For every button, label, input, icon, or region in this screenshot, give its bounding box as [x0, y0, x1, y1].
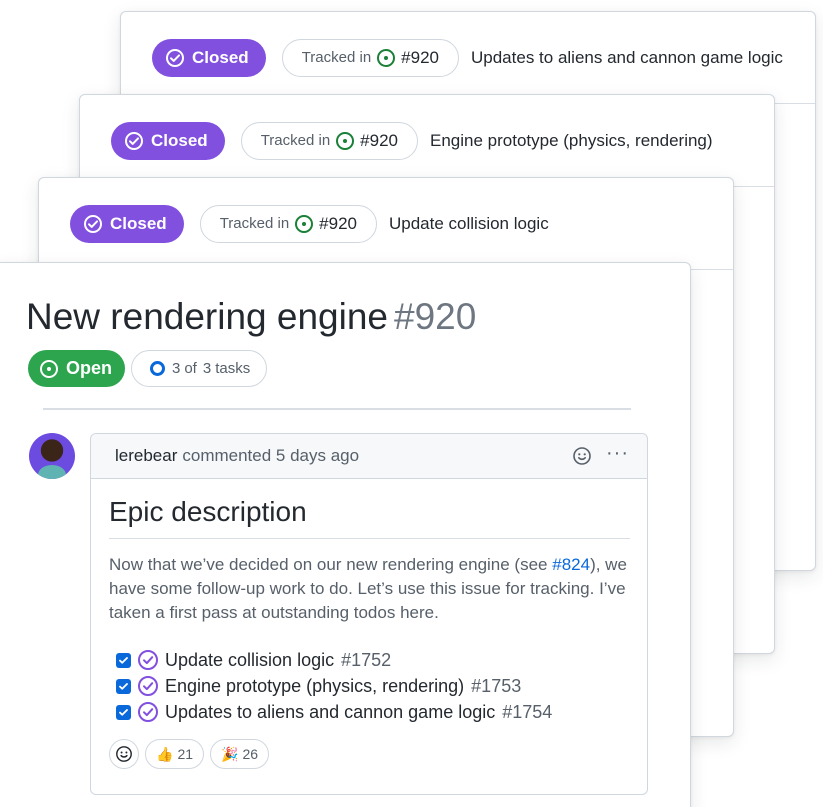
issue-opened-icon: [40, 359, 58, 378]
closed-state-badge: Closed: [70, 204, 184, 243]
reactions-bar: 👍 21 🎉 26: [109, 739, 630, 769]
reaction-count: 26: [242, 746, 259, 762]
tracked-in-pill[interactable]: Tracked in #920: [281, 38, 459, 77]
party-popper-icon: 🎉: [221, 745, 239, 762]
status-label: Closed: [151, 130, 208, 150]
progress-ring-icon: [150, 361, 165, 376]
check-circle-icon: [166, 48, 184, 67]
task-title[interactable]: Engine prototype (physics, rendering): [165, 676, 464, 697]
task-ref[interactable]: #1753: [471, 676, 521, 697]
tracked-label: Tracked in: [260, 132, 331, 149]
tracked-ref-link[interactable]: #920: [401, 48, 439, 68]
comment-heading: Epic description: [109, 496, 630, 539]
comment-author[interactable]: lerebear: [115, 446, 177, 466]
task-title[interactable]: Update collision logic: [165, 650, 334, 671]
tasks-done: 3: [172, 360, 181, 377]
tracked-label: Tracked in: [301, 49, 372, 66]
task-item: Engine prototype (physics, rendering) #1…: [116, 673, 630, 699]
tracked-in-pill[interactable]: Tracked in #920: [240, 121, 418, 160]
issue-closed-icon: [138, 650, 158, 670]
tracked-ref-link[interactable]: #920: [360, 131, 398, 151]
reaction-thumbs-up[interactable]: 👍 21: [145, 739, 205, 769]
header-divider: [43, 408, 631, 410]
reaction-hooray[interactable]: 🎉 26: [210, 739, 270, 769]
tracked-in-pill[interactable]: Tracked in #920: [199, 204, 377, 243]
comment-actions: ···: [572, 443, 647, 466]
comment-meta[interactable]: commented 5 days ago: [182, 446, 359, 466]
body-text-1: Now that we’ve decided on our new render…: [109, 555, 553, 574]
status-label: Closed: [192, 47, 249, 67]
task-ref[interactable]: #1754: [502, 702, 552, 723]
smiley-icon: [116, 746, 132, 762]
comment-paragraph: Now that we’ve decided on our new render…: [109, 553, 630, 625]
kebab-horizontal-icon[interactable]: ···: [606, 443, 629, 463]
comment-body: Epic description Now that we’ve decided …: [91, 479, 647, 769]
issue-opened-icon: [377, 48, 396, 67]
task-checkbox[interactable]: [116, 704, 131, 720]
issue-opened-icon: [336, 131, 355, 150]
task-checkbox[interactable]: [116, 652, 131, 668]
check-icon: [119, 708, 128, 716]
check-circle-icon: [84, 214, 102, 233]
avatar[interactable]: [29, 433, 75, 479]
task-item: Update collision logic #1752: [116, 647, 630, 673]
status-label: Open: [66, 358, 113, 378]
task-title[interactable]: Updates to aliens and cannon game logic: [165, 702, 495, 723]
add-reaction-button[interactable]: [109, 739, 139, 769]
issue-opened-icon: [295, 214, 314, 233]
issue-closed-icon: [138, 676, 158, 696]
related-issue-title[interactable]: Engine prototype (physics, rendering): [430, 131, 713, 151]
check-icon: [119, 682, 128, 690]
issue-number: #920: [394, 296, 477, 337]
task-checkbox[interactable]: [116, 678, 131, 694]
tasks-word: tasks: [215, 360, 251, 377]
open-state-badge: Open: [28, 350, 126, 387]
task-list: Update collision logic #1752 Engine prot…: [109, 647, 630, 725]
thumbs-up-icon: 👍: [156, 745, 174, 762]
tasks-of: of: [184, 360, 197, 377]
comment-header: lerebear commented 5 days ago ···: [91, 434, 647, 479]
issue-closed-icon: [138, 702, 158, 722]
check-circle-icon: [125, 131, 143, 150]
tracked-label: Tracked in: [219, 215, 290, 232]
issue-card: New rendering engine #920 Open 3 of 3 tas…: [0, 262, 691, 807]
issue-title: New rendering engine #920: [26, 296, 476, 338]
closed-state-badge: Closed: [152, 38, 266, 77]
closed-state-badge: Closed: [111, 121, 225, 160]
comment-box: lerebear commented 5 days ago ··· Epic d…: [90, 433, 648, 795]
tracked-ref-link[interactable]: #920: [319, 214, 357, 234]
issue-link[interactable]: #824: [552, 555, 590, 574]
issue-title-text: New rendering engine: [26, 296, 389, 337]
related-issue-title[interactable]: Update collision logic: [389, 214, 549, 234]
task-ref[interactable]: #1752: [341, 650, 391, 671]
status-label: Closed: [110, 213, 167, 233]
check-icon: [119, 656, 128, 664]
tasks-total: 3: [202, 360, 212, 377]
related-issue-title[interactable]: Updates to aliens and cannon game logic: [471, 48, 783, 68]
reaction-count: 21: [177, 746, 194, 762]
task-progress-pill[interactable]: 3 of 3 tasks: [131, 350, 268, 387]
smiley-icon[interactable]: [572, 446, 592, 466]
task-item: Updates to aliens and cannon game logic …: [116, 699, 630, 725]
